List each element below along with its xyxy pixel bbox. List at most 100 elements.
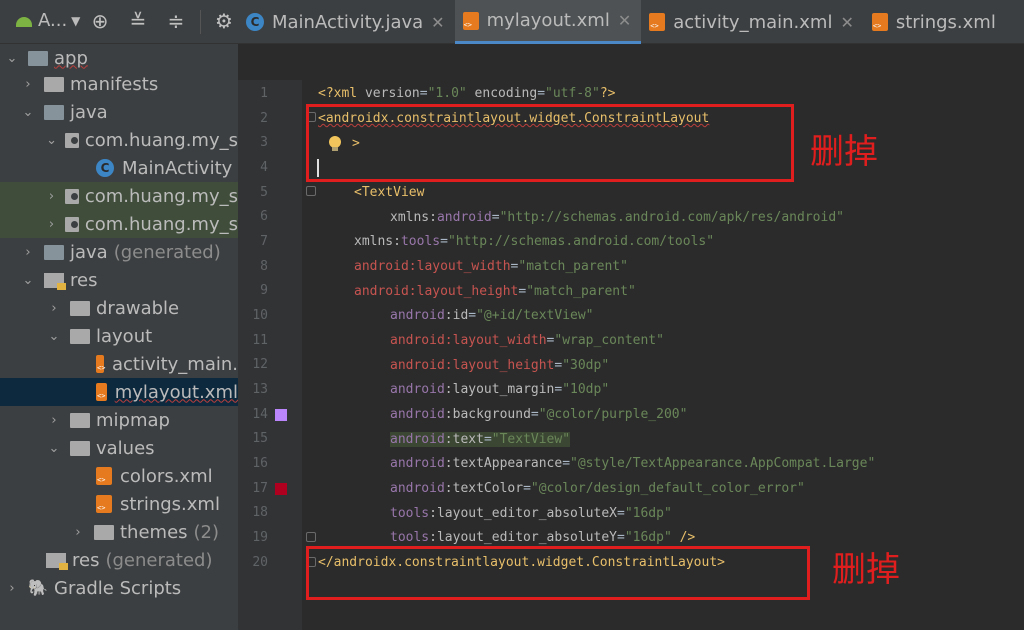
collapse-icon[interactable]: ≚ [126, 9, 150, 33]
tree-item-gradle[interactable]: › 🐘 Gradle Scripts [0, 574, 238, 602]
tree-item-mipmap[interactable]: › mipmap [0, 406, 238, 434]
tree-item-label: app [54, 47, 88, 69]
tree-item-res-generated[interactable]: res (generated) [0, 546, 238, 574]
line-number: 10 [252, 308, 268, 323]
line-number: 13 [252, 382, 268, 397]
tree-item-java-generated[interactable]: › java (generated) [0, 238, 238, 266]
fold-marker-icon[interactable] [306, 186, 316, 196]
chevron-right-icon[interactable]: › [20, 245, 36, 260]
tree-item-package[interactable]: › com.huang.my_s [0, 182, 238, 210]
folder-icon [44, 76, 64, 92]
line-number: 15 [252, 431, 268, 446]
tree-item-java[interactable]: ⌄ java [0, 98, 238, 126]
chevron-right-icon[interactable]: › [4, 581, 20, 596]
resources-folder-icon [44, 272, 66, 290]
line-number: 2 [260, 111, 268, 126]
folder-icon [70, 412, 90, 428]
annotation-box-top [306, 104, 794, 182]
chevron-down-icon[interactable]: ⌄ [46, 133, 57, 148]
code-line: tools:layout_editor_absoluteX="16dp" [390, 506, 672, 521]
project-tree: ⌄ app › manifests ⌄ java ⌄ com.huang.my_… [0, 44, 238, 630]
tree-item-label: themes [120, 521, 188, 543]
close-icon[interactable]: ✕ [431, 13, 444, 32]
tree-item-mylayout[interactable]: mylayout.xml [0, 378, 238, 406]
tree-item-label: Gradle Scripts [54, 577, 182, 599]
code-line: android:textAppearance="@style/TextAppea… [390, 456, 876, 471]
line-number: 16 [252, 456, 268, 471]
chevron-right-icon[interactable]: › [46, 217, 57, 232]
package-icon [65, 216, 79, 232]
close-icon[interactable]: ✕ [618, 11, 631, 30]
code-line: <?xml version="1.0" encoding="utf-8"?> [318, 86, 616, 101]
tree-item-label: MainActivity [122, 157, 233, 179]
tree-item-label: strings.xml [120, 493, 220, 515]
chevron-right-icon[interactable]: › [70, 525, 86, 540]
gear-icon[interactable]: ⚙ [212, 9, 236, 33]
tab-label: activity_main.xml [673, 11, 833, 33]
code-line: android:text="TextView" [390, 432, 571, 447]
project-view-switcher[interactable]: A... ▼ [14, 10, 80, 31]
annotation-box-bottom [306, 546, 810, 600]
code-line: android:id="@+id/textView" [390, 308, 594, 323]
color-swatch-icon[interactable] [275, 409, 287, 421]
xml-file-icon [96, 383, 107, 401]
code-line: xmlns:tools="http://schemas.android.com/… [354, 234, 715, 249]
tree-item-label: layout [96, 325, 153, 347]
chevron-down-icon[interactable]: ⌄ [46, 329, 62, 344]
line-number: 14 [252, 407, 268, 422]
line-number: 7 [260, 234, 268, 249]
tree-item-package[interactable]: ⌄ com.huang.my_s [0, 126, 238, 154]
chevron-right-icon[interactable]: › [46, 301, 62, 316]
tree-item-manifests[interactable]: › manifests [0, 70, 238, 98]
folder-icon [70, 300, 90, 316]
tab-mylayout[interactable]: mylayout.xml ✕ [454, 0, 642, 44]
tree-item-res[interactable]: ⌄ res [0, 266, 238, 294]
xml-file-icon [649, 13, 666, 31]
project-view-label: A... [38, 10, 68, 31]
tab-activity-main[interactable]: activity_main.xml ✕ [641, 0, 864, 44]
chevron-right-icon[interactable]: › [46, 189, 57, 204]
tree-item-suffix: (generated) [105, 549, 213, 571]
line-number: 5 [260, 185, 268, 200]
resources-folder-icon [46, 552, 68, 570]
tree-item-values[interactable]: ⌄ values [0, 434, 238, 462]
chevron-down-icon[interactable]: ⌄ [20, 105, 36, 120]
tree-item-layout[interactable]: ⌄ layout [0, 322, 238, 350]
tree-item-mainactivity[interactable]: C MainActivity [0, 154, 238, 182]
folder-icon [70, 440, 90, 456]
tree-item-activity-main[interactable]: activity_main. [0, 350, 238, 378]
expand-icon[interactable]: ≑ [164, 9, 188, 33]
tree-item-colors[interactable]: colors.xml [0, 462, 238, 490]
tab-mainactivity[interactable]: C MainActivity.java ✕ [238, 0, 455, 44]
tree-item-themes[interactable]: › themes (2) [0, 518, 238, 546]
generated-folder-icon [44, 244, 64, 260]
tree-item-app[interactable]: ⌄ app [0, 44, 238, 72]
chevron-right-icon[interactable]: › [20, 77, 36, 92]
tree-item-label: com.huang.my_s [84, 129, 238, 151]
code-line: android:layout_height="30dp" [390, 358, 610, 373]
line-number: 6 [260, 209, 268, 224]
line-number: 3 [260, 135, 268, 150]
chevron-right-icon[interactable]: › [46, 413, 62, 428]
code-line: android:layout_margin="10dp" [390, 382, 610, 397]
line-number: 20 [252, 555, 268, 570]
locate-icon[interactable]: ⊕ [88, 9, 112, 33]
tree-item-label: activity_main. [111, 353, 238, 375]
code-line: <TextView [354, 185, 425, 200]
close-icon[interactable]: ✕ [840, 13, 853, 32]
chevron-down-icon[interactable]: ⌄ [20, 273, 36, 288]
annotation-label-top: 删掉 [810, 132, 878, 172]
color-swatch-icon[interactable] [275, 483, 287, 495]
folder-icon [44, 104, 64, 120]
chevron-down-icon[interactable]: ⌄ [4, 51, 20, 66]
tree-item-label: java [70, 101, 108, 123]
tab-strings[interactable]: strings.xml [864, 0, 1006, 44]
tree-item-strings[interactable]: strings.xml [0, 490, 238, 518]
xml-file-icon [462, 11, 479, 30]
tree-item-label: java [70, 241, 108, 263]
fold-marker-icon[interactable] [306, 532, 316, 542]
tree-item-drawable[interactable]: › drawable [0, 294, 238, 322]
line-number: 9 [260, 283, 268, 298]
chevron-down-icon[interactable]: ⌄ [46, 441, 62, 456]
tree-item-package[interactable]: › com.huang.my_s [0, 210, 238, 238]
